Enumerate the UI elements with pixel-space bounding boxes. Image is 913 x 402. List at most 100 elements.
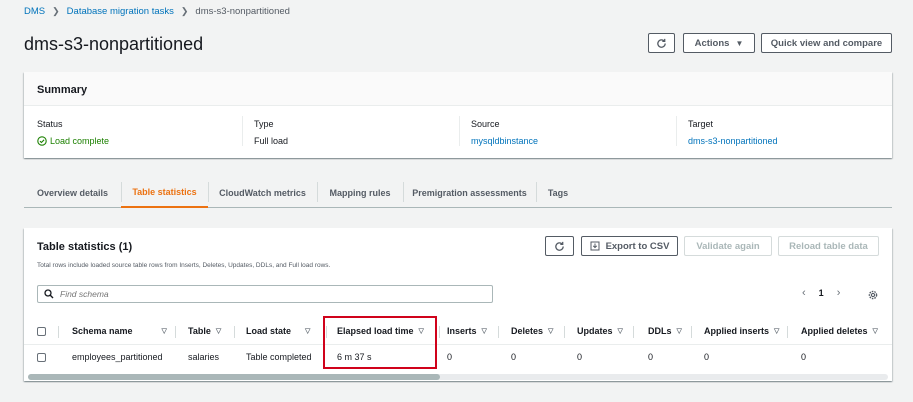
column-divider [175,326,176,338]
tab-premigration-assessments[interactable]: Premigration assessments [403,178,536,208]
type-label: Type [254,119,274,129]
row-checkbox[interactable] [37,352,46,362]
summary-header: Summary [24,72,892,106]
sort-icon: ▽ [872,328,878,335]
source-label: Source [471,119,500,129]
column-deletes[interactable]: Deletes ▽ [511,317,553,345]
tab-bar: Overview details Table statistics CloudW… [24,178,892,208]
download-icon [590,241,600,251]
tab-mapping-rules[interactable]: Mapping rules [317,178,403,208]
status-text: Load complete [50,136,110,146]
tab-cloudwatch-metrics[interactable]: CloudWatch metrics [208,178,317,208]
pagination: ‹ 1 › [802,287,840,299]
quick-view-compare-button[interactable]: Quick view and compare [761,33,892,53]
tab-overview-details[interactable]: Overview details [24,178,121,208]
cell-schema-name: employees_partitioned [72,352,163,362]
refresh-button[interactable] [648,33,675,53]
summary-type: Type Full load [254,119,288,146]
table-header: Schema name ▽ Table ▽ Load state ▽ Elapsed … [24,317,892,345]
cell-applied-deletes: 0 [801,352,807,362]
breadcrumb-current: dms-s3-nonpartitioned [195,6,290,17]
table-statistics-panel: Table statistics (1) Total rows include … [24,228,892,381]
column-divider [691,326,692,338]
cell-updates: 0 [577,352,583,362]
target-label: Target [688,119,714,129]
cell-table: salaries [188,352,220,362]
cell-inserts: 0 [447,352,453,362]
chevron-left-icon[interactable]: ‹ [802,287,806,299]
page-title: dms-s3-nonpartitioned [24,34,204,54]
tab-table-statistics[interactable]: Table statistics [121,178,208,208]
column-divider [633,326,634,338]
sort-icon: ▽ [617,328,623,335]
caret-down-icon: ▼ [735,38,744,48]
status-value: Load complete [37,136,109,146]
refresh-table-button[interactable] [545,236,574,256]
table-statistics-description: Total rows include loaded source table r… [37,262,331,269]
cell-deletes: 0 [511,352,517,362]
divider [676,116,677,146]
column-applied-inserts[interactable]: Applied inserts ▽ [704,317,779,345]
reload-table-data-button[interactable]: Reload table data [778,236,879,256]
cell-ddls: 0 [648,352,654,362]
chevron-right-icon: ❯ [180,6,189,16]
table-statistics-title: Table statistics (1) [37,241,133,253]
chevron-right-icon[interactable]: › [837,287,841,299]
export-csv-button[interactable]: Export to CSV [581,236,678,256]
column-inserts[interactable]: Inserts ▽ [447,317,487,345]
refresh-icon [657,38,666,48]
actions-button[interactable]: Actions ▼ [683,33,755,53]
summary-panel: Summary Status Load complete Type Full l… [24,72,892,158]
summary-source: Source mysqldbinstance [471,119,538,146]
type-value: Full load [254,136,289,146]
tab-tags[interactable]: Tags [536,178,580,208]
refresh-icon [555,241,564,251]
cell-load-state: Table completed [246,352,312,362]
column-divider [234,326,235,338]
column-divider [787,326,788,338]
search-input[interactable] [60,289,460,299]
actions-label: Actions [694,37,730,49]
source-link[interactable]: mysqldbinstance [471,136,538,146]
chevron-right-icon: ❯ [52,6,60,16]
column-divider [498,326,499,338]
divider [242,116,243,146]
check-circle-icon [37,136,47,146]
sort-icon: ▽ [676,328,682,335]
column-applied-deletes[interactable]: Applied deletes ▽ [801,317,878,345]
search-icon [44,289,54,299]
column-schema-name[interactable]: Schema name ▽ [72,317,167,345]
scrollbar-thumb[interactable] [28,374,440,380]
validate-again-button[interactable]: Validate again [684,236,772,256]
table-row: employees_partitioned salaries Table com… [24,345,892,369]
divider [459,116,460,146]
page-number[interactable]: 1 [819,288,824,298]
cell-applied-inserts: 0 [704,352,710,362]
sort-icon: ▽ [481,328,487,335]
column-divider [564,326,565,338]
gear-icon[interactable] [867,289,879,301]
search-box [37,285,493,303]
sort-icon: ▽ [774,328,780,335]
summary-target: Target dms-s3-nonpartitioned [688,119,778,146]
column-divider [58,326,59,338]
horizontal-scrollbar[interactable] [28,374,888,380]
column-ddls[interactable]: DDLs ▽ [648,317,682,345]
breadcrumb: DMS ❯ Database migration tasks ❯ dms-s3-… [24,6,290,17]
breadcrumb-dms[interactable]: DMS [24,6,45,17]
export-csv-label: Export to CSV [605,240,670,252]
sort-icon: ▽ [305,328,311,335]
column-divider [439,326,440,338]
column-table[interactable]: Table ▽ [188,317,221,345]
sort-icon: ▽ [548,328,554,335]
breadcrumb-migration-tasks[interactable]: Database migration tasks [67,6,174,17]
target-link[interactable]: dms-s3-nonpartitioned [688,136,778,146]
highlight-box [323,316,437,369]
summary-title: Summary [37,84,88,96]
select-all-checkbox[interactable] [37,326,46,336]
sort-icon: ▽ [161,328,167,335]
column-updates[interactable]: Updates ▽ [577,317,623,345]
status-label: Status [37,119,63,129]
summary-status: Status Load complete [37,119,109,146]
column-load-state[interactable]: Load state ▽ [246,317,310,345]
